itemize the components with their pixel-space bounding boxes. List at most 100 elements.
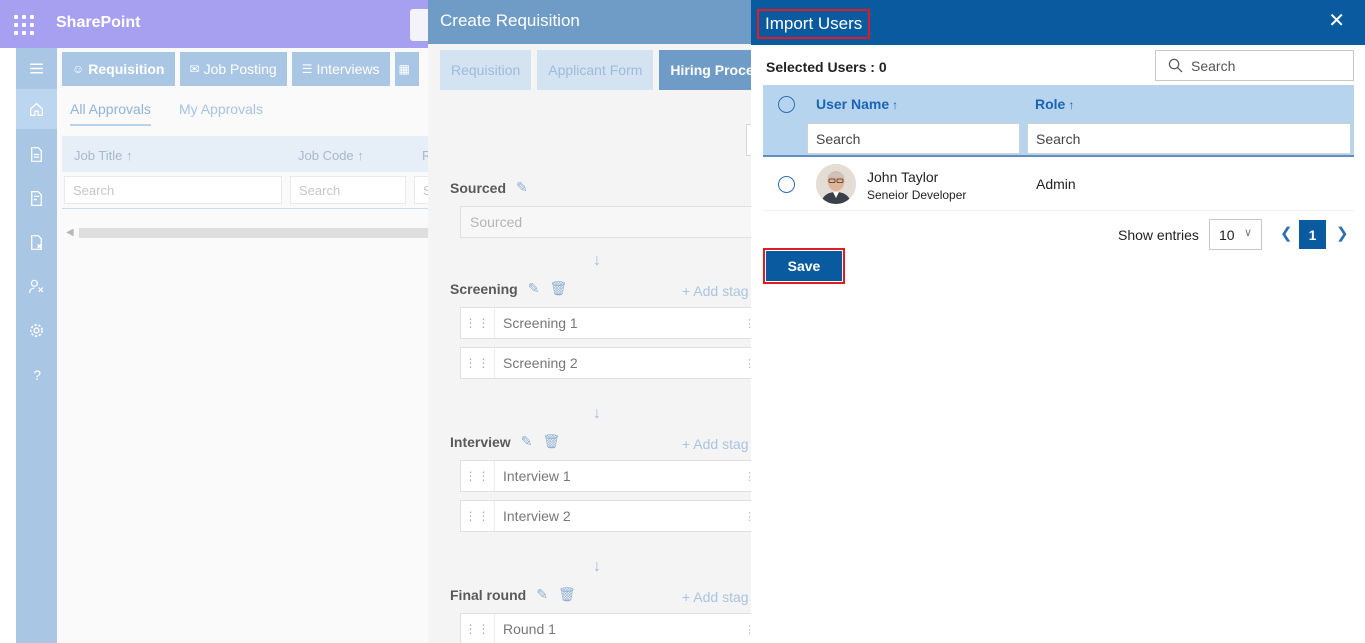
- tab-label: Interviews: [316, 61, 380, 77]
- chevron-right-icon[interactable]: ❯: [1336, 224, 1349, 242]
- add-stage-link[interactable]: + Add stag: [682, 589, 749, 605]
- job-title-filter[interactable]: Search: [64, 176, 282, 204]
- stage-item-label: Interview 1: [503, 468, 571, 484]
- stage-sourced-label: Sourced ✎: [450, 179, 528, 196]
- user-settings-icon[interactable]: [16, 266, 57, 306]
- app-tab-bar: ☺ Requisition ✉ Job Posting ☰ Interviews…: [62, 52, 419, 86]
- import-users-panel: Import Users ✕ Selected Users : 0 User N…: [751, 0, 1365, 643]
- gear-icon[interactable]: [16, 310, 57, 350]
- drag-handle-icon[interactable]: ⋮⋮: [461, 308, 495, 338]
- column-job-title[interactable]: Job Title ↑: [74, 148, 133, 163]
- sort-arrow-icon: ↑: [892, 98, 899, 112]
- page-button-current[interactable]: 1: [1299, 220, 1326, 249]
- column-label: Role: [1035, 96, 1066, 112]
- job-code-filter[interactable]: Search: [290, 176, 406, 204]
- user-search-box[interactable]: [1155, 50, 1354, 81]
- add-stage-label: Add stag: [693, 589, 749, 605]
- chevron-left-icon[interactable]: ❮: [1280, 224, 1293, 242]
- stage-item-label: Round 1: [503, 621, 556, 637]
- arrow-down-icon: ↓: [593, 405, 601, 422]
- approvals-grid-header: Job Title ↑ Job Code ↑ R: [62, 136, 432, 172]
- edit-icon[interactable]: ✎: [536, 586, 548, 603]
- user-name-filter[interactable]: [807, 123, 1020, 154]
- menu-icon[interactable]: [16, 48, 57, 88]
- stage-sourced-input[interactable]: Sourced: [460, 206, 760, 238]
- delete-icon[interactable]: 🗑: [558, 586, 576, 603]
- tab-interviews[interactable]: ☰ Interviews: [291, 52, 390, 86]
- approval-sub-tabs: All Approvals My Approvals: [70, 101, 263, 126]
- page-size-value: 10: [1219, 226, 1235, 243]
- drag-handle-icon[interactable]: ⋮⋮: [461, 348, 495, 378]
- drag-handle-icon[interactable]: ⋮⋮: [461, 501, 495, 531]
- save-button[interactable]: Save: [766, 251, 842, 281]
- interview-icon: ☰: [301, 62, 313, 76]
- show-entries-label: Show entries: [1118, 227, 1199, 243]
- column-job-code[interactable]: Job Code ↑: [298, 148, 364, 163]
- close-icon[interactable]: ✕: [1328, 11, 1345, 31]
- help-icon[interactable]: ?: [16, 354, 57, 394]
- document-list-icon[interactable]: [16, 178, 57, 218]
- user-job-title: Seneior Developer: [867, 188, 967, 202]
- tab-label: Job Posting: [203, 61, 277, 77]
- edit-icon[interactable]: ✎: [516, 179, 528, 196]
- requisition-header: Create Requisition: [428, 0, 758, 44]
- scroll-thumb[interactable]: [79, 228, 432, 238]
- save-button-highlight: Save: [763, 248, 845, 284]
- stage-item[interactable]: ⋮⋮ Interview 1 ⋮: [460, 460, 760, 492]
- column-role[interactable]: Role ↑: [1035, 96, 1074, 112]
- stage-item[interactable]: ⋮⋮ Screening 2 ⋮: [460, 347, 760, 379]
- stage-item-label: Interview 2: [503, 508, 571, 524]
- stage-name: Final round: [450, 586, 527, 603]
- tab-applicant-form[interactable]: Applicant Form: [537, 50, 654, 90]
- home-icon[interactable]: [16, 89, 57, 129]
- app-launcher-icon[interactable]: [14, 15, 34, 35]
- delete-icon[interactable]: 🗑: [542, 433, 560, 450]
- edit-icon[interactable]: ✎: [528, 280, 540, 297]
- tab-my-approvals[interactable]: My Approvals: [179, 101, 263, 126]
- stage-item[interactable]: ⋮⋮ Screening 1 ⋮: [460, 307, 760, 339]
- row-select-radio[interactable]: [778, 176, 795, 193]
- posting-icon: ✉: [189, 62, 200, 76]
- document-reject-icon[interactable]: [16, 222, 57, 262]
- stage-name: Interview: [450, 433, 511, 450]
- add-stage-link[interactable]: + Add stag: [682, 436, 749, 452]
- table-row[interactable]: John Taylor Seneior Developer Admin: [763, 157, 1354, 211]
- column-label: User Name: [816, 96, 890, 112]
- stage-name: Screening: [450, 280, 518, 297]
- selected-users-count: Selected Users : 0: [766, 59, 887, 75]
- search-input[interactable]: [1191, 57, 1351, 74]
- stage-screening-label: Screening ✎ 🗑: [450, 280, 567, 297]
- add-stage-label: Add stag: [693, 283, 749, 299]
- chevron-down-icon: ∨: [1243, 227, 1252, 239]
- column-user-name[interactable]: User Name ↑: [816, 96, 898, 112]
- page-size-select[interactable]: 10 ∨: [1209, 219, 1262, 250]
- create-requisition-panel: Create Requisition Requisition Applicant…: [428, 0, 773, 643]
- grid-divider: [62, 208, 432, 209]
- tab-requisition[interactable]: ☺ Requisition: [62, 52, 175, 86]
- edit-icon[interactable]: ✎: [521, 433, 533, 450]
- stage-item[interactable]: ⋮⋮ Round 1 ⋮: [460, 613, 760, 643]
- tab-job-posting[interactable]: ✉ Job Posting: [179, 52, 287, 86]
- add-stage-link[interactable]: + Add stag: [682, 283, 749, 299]
- person-icon: ☺: [72, 62, 85, 76]
- stage-name: Sourced: [450, 179, 507, 196]
- drag-handle-icon[interactable]: ⋮⋮: [461, 461, 495, 491]
- scroll-left-icon[interactable]: ◀: [66, 227, 74, 238]
- sharepoint-title[interactable]: SharePoint: [56, 14, 140, 32]
- import-users-header: Import Users ✕: [751, 0, 1365, 45]
- drag-handle-icon[interactable]: ⋮⋮: [461, 614, 495, 643]
- tab-requisition-form[interactable]: Requisition: [440, 50, 532, 90]
- select-all-radio[interactable]: [778, 96, 795, 113]
- document-icon[interactable]: [16, 134, 57, 174]
- role-filter[interactable]: [1027, 123, 1351, 154]
- requisition-title: Create Requisition: [440, 11, 580, 30]
- stage-item[interactable]: ⋮⋮ Interview 2 ⋮: [460, 500, 760, 532]
- users-grid-header: User Name ↑ Role ↑: [763, 85, 1354, 157]
- users-grid: User Name↑ Role↑ John Ta: [763, 85, 1354, 211]
- arrow-down-icon: ↓: [593, 252, 601, 269]
- tab-more[interactable]: ▦: [394, 52, 419, 86]
- horizontal-scrollbar[interactable]: ◀: [62, 226, 432, 240]
- tab-all-approvals[interactable]: All Approvals: [70, 101, 151, 126]
- left-navigation-rail: ?: [16, 48, 57, 643]
- delete-icon[interactable]: 🗑: [549, 280, 567, 297]
